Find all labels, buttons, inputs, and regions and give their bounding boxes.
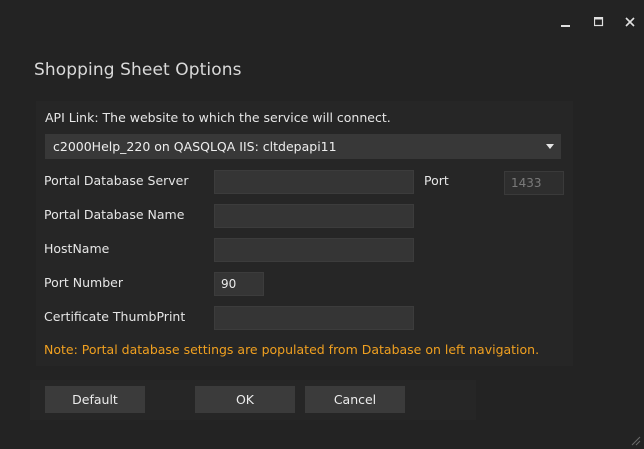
chevron-down-icon [546, 144, 554, 149]
portal-db-server-label: Portal Database Server [44, 173, 189, 188]
settings-note: Note: Portal database settings are popul… [44, 342, 540, 357]
cert-thumbprint-label: Certificate ThumbPrint [44, 309, 186, 324]
portal-db-name-label: Portal Database Name [44, 207, 185, 222]
port-number-input[interactable]: 90 [214, 272, 264, 296]
port-input: 1433 [504, 171, 564, 195]
resize-grip-icon[interactable] [631, 436, 641, 446]
default-button[interactable]: Default [45, 386, 145, 413]
cancel-button[interactable]: Cancel [305, 386, 405, 413]
hostname-input[interactable] [214, 238, 414, 262]
maximize-icon [594, 17, 604, 27]
cert-thumbprint-input[interactable] [214, 306, 414, 330]
port-number-label: Port Number [44, 275, 123, 290]
maximize-button[interactable] [585, 8, 613, 36]
minimize-icon [561, 25, 570, 27]
api-link-selected: c2000Help_220 on QASQLQA IIS: cltdepapi1… [53, 139, 337, 154]
close-icon [625, 17, 635, 27]
minimize-button[interactable] [552, 8, 580, 36]
ok-button[interactable]: OK [195, 386, 295, 413]
port-label: Port [424, 173, 449, 188]
portal-db-server-input[interactable] [214, 170, 414, 194]
dialog-title: Shopping Sheet Options [34, 60, 242, 80]
close-button[interactable] [616, 8, 644, 36]
api-link-dropdown[interactable]: c2000Help_220 on QASQLQA IIS: cltdepapi1… [45, 134, 561, 159]
hostname-label: HostName [44, 241, 110, 256]
api-link-label: API Link: The website to which the servi… [45, 110, 391, 125]
portal-db-name-input[interactable] [214, 204, 414, 228]
